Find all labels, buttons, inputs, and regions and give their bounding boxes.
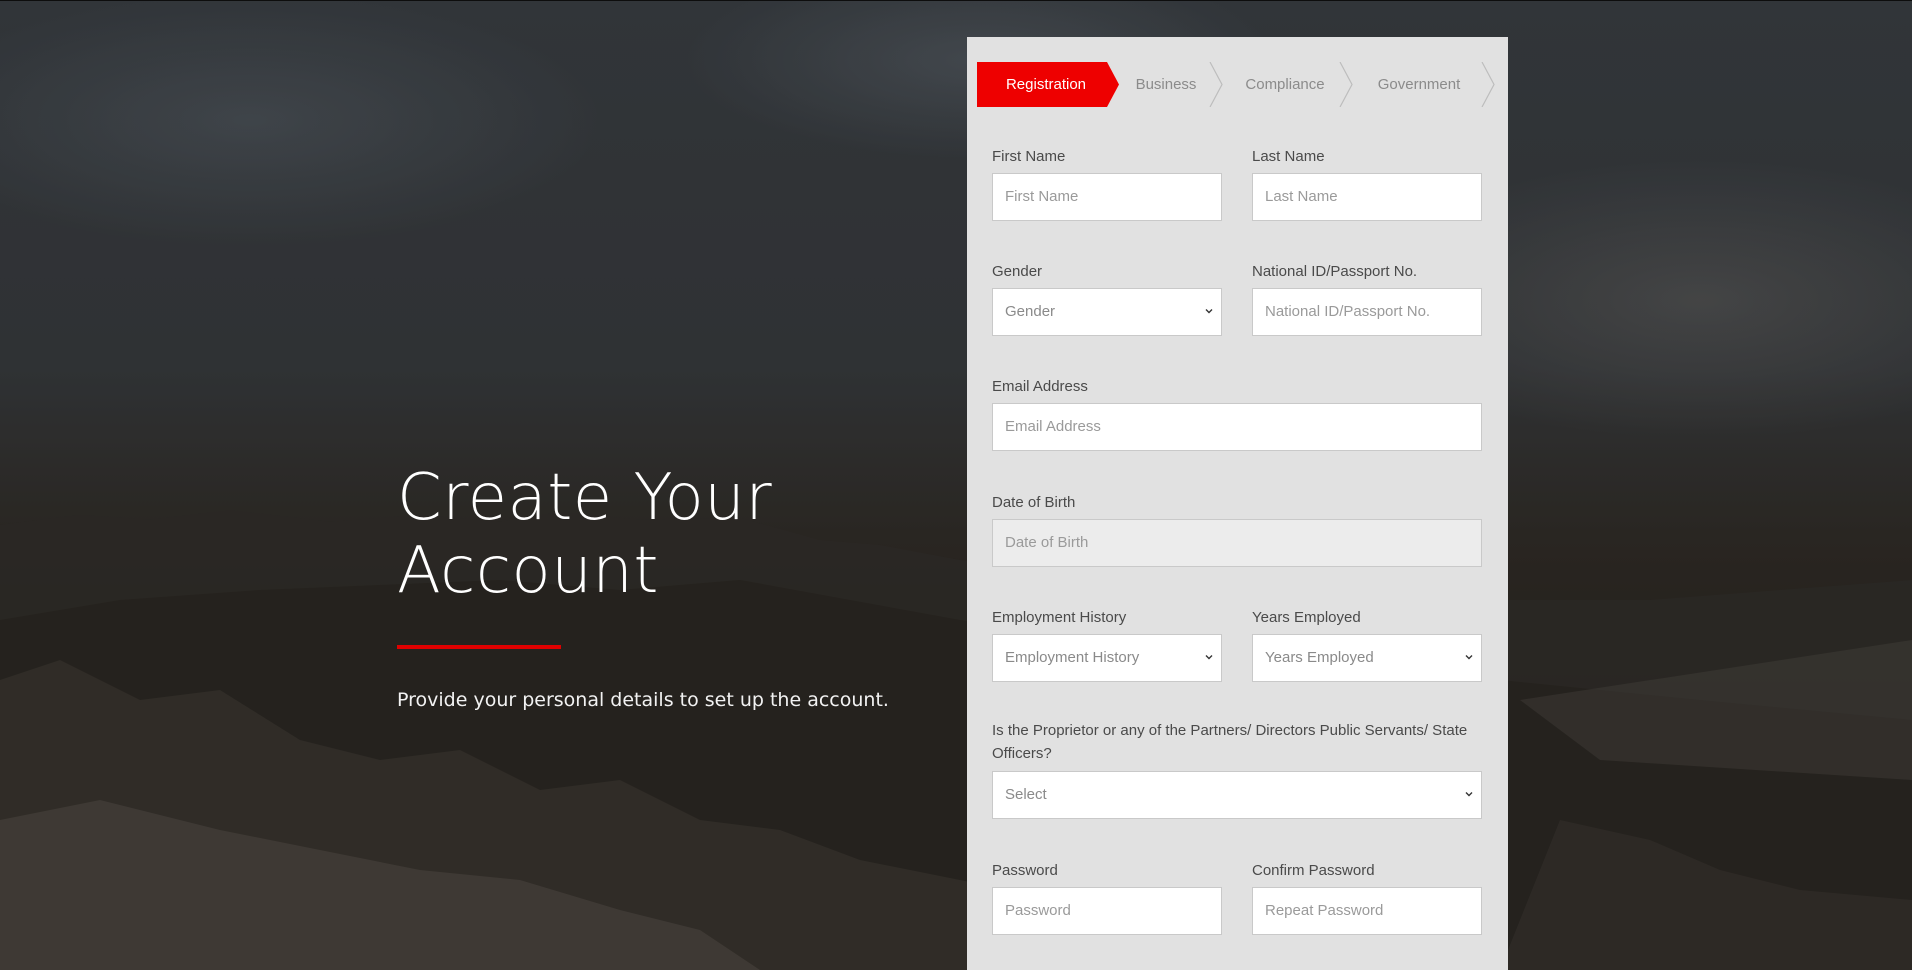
public-servant-value: Select bbox=[1005, 786, 1047, 803]
chevron-down-icon bbox=[1205, 309, 1213, 314]
email-label: Email Address bbox=[992, 378, 1088, 395]
email-input[interactable] bbox=[992, 403, 1482, 451]
progress-steps: Registration Business Compliance Governm… bbox=[977, 62, 1497, 107]
step-government[interactable]: Government bbox=[1354, 62, 1484, 107]
first-name-label: First Name bbox=[992, 148, 1066, 165]
national-id-input[interactable] bbox=[1252, 288, 1482, 336]
password-input[interactable] bbox=[992, 887, 1222, 935]
last-name-input[interactable] bbox=[1252, 173, 1482, 221]
step-compliance[interactable]: Compliance bbox=[1223, 62, 1347, 107]
dob-input[interactable] bbox=[992, 519, 1482, 567]
page-subtitle: Provide your personal details to set up … bbox=[397, 689, 889, 711]
registration-form-panel: Registration Business Compliance Governm… bbox=[967, 37, 1508, 970]
confirm-password-label: Confirm Password bbox=[1252, 862, 1375, 879]
gender-select[interactable]: Gender bbox=[992, 288, 1222, 336]
public-servant-select[interactable]: Select bbox=[992, 771, 1482, 819]
password-label: Password bbox=[992, 862, 1058, 879]
page-title: Create Your Account bbox=[397, 461, 773, 608]
public-servant-question: Is the Proprietor or any of the Partners… bbox=[992, 722, 1468, 762]
step-registration[interactable]: Registration bbox=[977, 62, 1115, 107]
chevron-down-icon bbox=[1465, 792, 1473, 797]
dob-label: Date of Birth bbox=[992, 494, 1076, 511]
national-id-label: National ID/Passport No. bbox=[1252, 263, 1418, 280]
title-underline bbox=[397, 645, 561, 649]
chevron-down-icon bbox=[1465, 655, 1473, 660]
background-landscape bbox=[0, 0, 1912, 970]
years-employed-value: Years Employed bbox=[1265, 649, 1374, 666]
gender-label: Gender bbox=[992, 263, 1043, 280]
chevron-down-icon bbox=[1205, 655, 1213, 660]
confirm-password-input[interactable] bbox=[1252, 887, 1482, 935]
employment-history-select[interactable]: Employment History bbox=[992, 634, 1222, 682]
employment-history-label: Employment History bbox=[992, 609, 1127, 626]
years-employed-label: Years Employed bbox=[1252, 609, 1361, 626]
gender-select-value: Gender bbox=[1005, 303, 1056, 320]
step-business[interactable]: Business bbox=[1115, 62, 1217, 107]
years-employed-select[interactable]: Years Employed bbox=[1252, 634, 1482, 682]
last-name-label: Last Name bbox=[1252, 148, 1325, 165]
first-name-input[interactable] bbox=[992, 173, 1222, 221]
top-border bbox=[0, 0, 1912, 1]
employment-history-value: Employment History bbox=[1005, 649, 1140, 666]
